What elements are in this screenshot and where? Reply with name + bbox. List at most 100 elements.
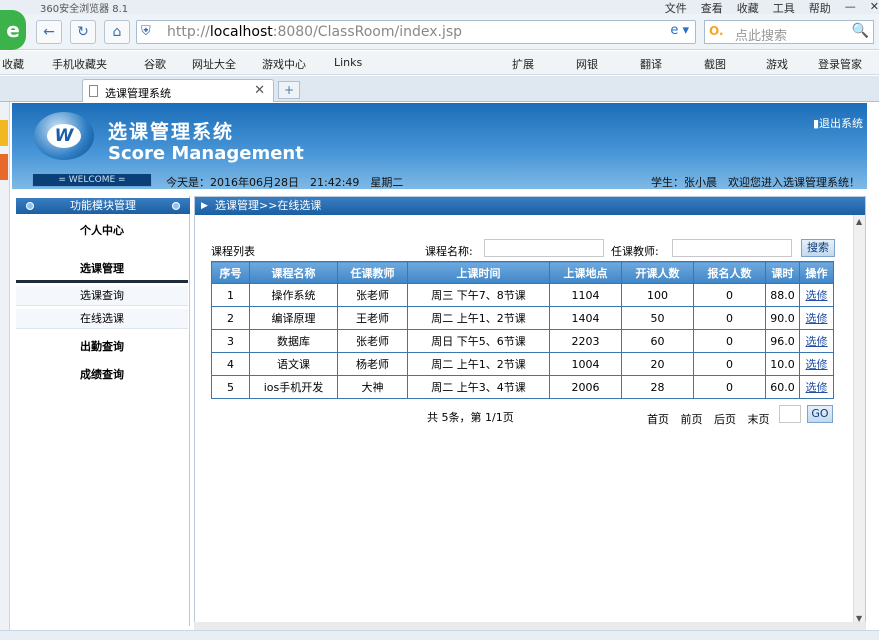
- cell-capacity: 28: [621, 375, 694, 399]
- fav-games[interactable]: 游戏中心: [262, 56, 306, 72]
- cell-hours: 88.0: [765, 283, 800, 307]
- select-course-link[interactable]: 选修: [799, 329, 834, 353]
- cell-teacher: 杨老师: [337, 352, 408, 376]
- back-icon[interactable]: ←: [36, 20, 62, 44]
- fav-sites[interactable]: 网址大全: [192, 56, 236, 72]
- app-logo-icon: W: [34, 112, 94, 160]
- cell-location: 2006: [549, 375, 622, 399]
- cell-course-name: ios手机开发: [249, 375, 338, 399]
- url-field[interactable]: ⛨ http://localhost:8080/ClassRoom/index.…: [136, 20, 696, 44]
- first-page-link[interactable]: 首页: [647, 413, 669, 426]
- cell-location: 1104: [549, 283, 622, 307]
- fav-game2[interactable]: 游戏: [766, 56, 788, 72]
- search-placeholder: 点此搜索: [735, 29, 788, 44]
- page-number-input[interactable]: [779, 405, 801, 423]
- cell-hours: 10.0: [765, 352, 800, 376]
- sidebar: 功能模块管理 个人中心 选课管理 选课查询 在线选课 出勤查询 成绩查询: [16, 196, 190, 626]
- sidebar-item-attendance[interactable]: 出勤查询: [16, 338, 188, 354]
- table-row: 2 编译原理 王老师 周二 上午1、2节课 1404 50 0 90.0 选修: [211, 306, 834, 330]
- scroll-up-icon[interactable]: ▲: [856, 217, 862, 226]
- cell-location: 1004: [549, 352, 622, 376]
- course-name-input[interactable]: [484, 239, 604, 257]
- cell-index: 2: [211, 306, 250, 330]
- select-course-link[interactable]: 选修: [799, 306, 834, 330]
- fav-favorites[interactable]: 收藏: [2, 56, 24, 72]
- tab-close-icon[interactable]: ✕: [254, 83, 265, 98]
- logout-link[interactable]: ▮退出系统: [813, 115, 863, 131]
- cell-course-name: 编译原理: [249, 306, 338, 330]
- cell-location: 2203: [549, 329, 622, 353]
- col-index: 序号: [211, 261, 250, 284]
- fav-mobile[interactable]: 手机收藏夹: [52, 56, 107, 72]
- main-panel: ▶ 选课管理>>在线选课 ▲ ▼ 课程列表 课程名称: 任课教师: 搜索 序号 …: [194, 196, 866, 626]
- go-button[interactable]: GO: [807, 405, 833, 423]
- sidebar-item-course-select[interactable]: 选课管理: [16, 260, 188, 276]
- table-header-row: 序号 课程名称 任课教师 上课时间 上课地点 开课人数 报名人数 课时 操作: [211, 261, 834, 284]
- search-engine-icon[interactable]: O.: [709, 24, 724, 38]
- cell-course-name: 操作系统: [249, 283, 338, 307]
- search-input[interactable]: O. 点此搜索 🔍: [704, 20, 874, 44]
- fav-capture[interactable]: 截图: [704, 56, 726, 72]
- prev-page-link[interactable]: 前页: [681, 413, 703, 426]
- cell-index: 4: [211, 352, 250, 376]
- cell-capacity: 60: [621, 329, 694, 353]
- col-time: 上课时间: [407, 261, 550, 284]
- cell-capacity: 50: [621, 306, 694, 330]
- cell-teacher: 张老师: [337, 329, 408, 353]
- cell-enrolled: 0: [693, 283, 766, 307]
- sidebar-item-online-select[interactable]: 在线选课: [16, 309, 188, 329]
- col-hours: 课时: [765, 261, 800, 284]
- cell-capacity: 20: [621, 352, 694, 376]
- fav-bank[interactable]: 网银: [576, 56, 598, 72]
- col-action: 操作: [799, 261, 834, 284]
- cell-course-name: 数据库: [249, 329, 338, 353]
- fav-links[interactable]: Links: [334, 56, 362, 69]
- app-header: W 选课管理系统 Score Management ▮退出系统 = WELCOM…: [12, 103, 867, 189]
- cell-time: 周二 上午1、2节课: [407, 306, 550, 330]
- search-button[interactable]: 搜索: [801, 239, 835, 257]
- next-page-link[interactable]: 后页: [714, 413, 736, 426]
- col-enrolled: 报名人数: [693, 261, 766, 284]
- cell-time: 周二 上午1、2节课: [407, 352, 550, 376]
- select-course-link[interactable]: 选修: [799, 352, 834, 376]
- horizontal-scrollbar[interactable]: [194, 622, 866, 630]
- sidebar-item-personal[interactable]: 个人中心: [16, 222, 188, 238]
- search-icon[interactable]: 🔍: [852, 23, 869, 39]
- vertical-scrollbar[interactable]: ▲ ▼: [853, 215, 865, 625]
- logout-label: 退出系统: [819, 117, 863, 130]
- course-list-label: 课程列表: [211, 245, 255, 258]
- home-icon[interactable]: ⌂: [104, 20, 130, 44]
- app-title-en: Score Management: [108, 143, 304, 164]
- fav-login[interactable]: 登录管家: [818, 56, 862, 72]
- strip-icon-2[interactable]: [0, 154, 8, 180]
- sidebar-heading: 功能模块管理: [16, 198, 190, 214]
- teacher-input[interactable]: [672, 239, 792, 257]
- arrow-icon: ▶: [201, 201, 208, 211]
- refresh-icon[interactable]: ↻: [70, 20, 96, 44]
- cell-index: 5: [211, 375, 250, 399]
- strip-icon-1[interactable]: [0, 120, 8, 146]
- page-icon: [89, 85, 98, 97]
- table-row: 1 操作系统 张老师 周三 下午7、8节课 1104 100 0 88.0 选修: [211, 283, 834, 307]
- cell-enrolled: 0: [693, 306, 766, 330]
- fav-ext[interactable]: 扩展: [512, 56, 534, 72]
- cell-index: 3: [211, 329, 250, 353]
- sidebar-item-grades[interactable]: 成绩查询: [16, 366, 188, 382]
- tab-label: 选课管理系统: [105, 87, 171, 100]
- sidebar-item-course-query[interactable]: 选课查询: [16, 286, 188, 306]
- tab-course-system[interactable]: 选课管理系统 ✕: [82, 79, 274, 102]
- select-course-link[interactable]: 选修: [799, 375, 834, 399]
- cell-index: 1: [211, 283, 250, 307]
- new-tab-icon[interactable]: +: [278, 81, 300, 99]
- cell-enrolled: 0: [693, 352, 766, 376]
- last-page-link[interactable]: 末页: [748, 413, 770, 426]
- fav-translate[interactable]: 翻译: [640, 56, 662, 72]
- sidebar-heading-label: 功能模块管理: [70, 199, 136, 212]
- ie-mode-icon[interactable]: e ▾: [670, 23, 689, 38]
- select-course-link[interactable]: 选修: [799, 283, 834, 307]
- cell-teacher: 大神: [337, 375, 408, 399]
- url-prefix: http://: [167, 24, 210, 40]
- cell-hours: 90.0: [765, 306, 800, 330]
- address-bar: ← ↻ ⌂ ⛨ http://localhost:8080/ClassRoom/…: [0, 14, 879, 50]
- fav-google[interactable]: 谷歌: [144, 56, 166, 72]
